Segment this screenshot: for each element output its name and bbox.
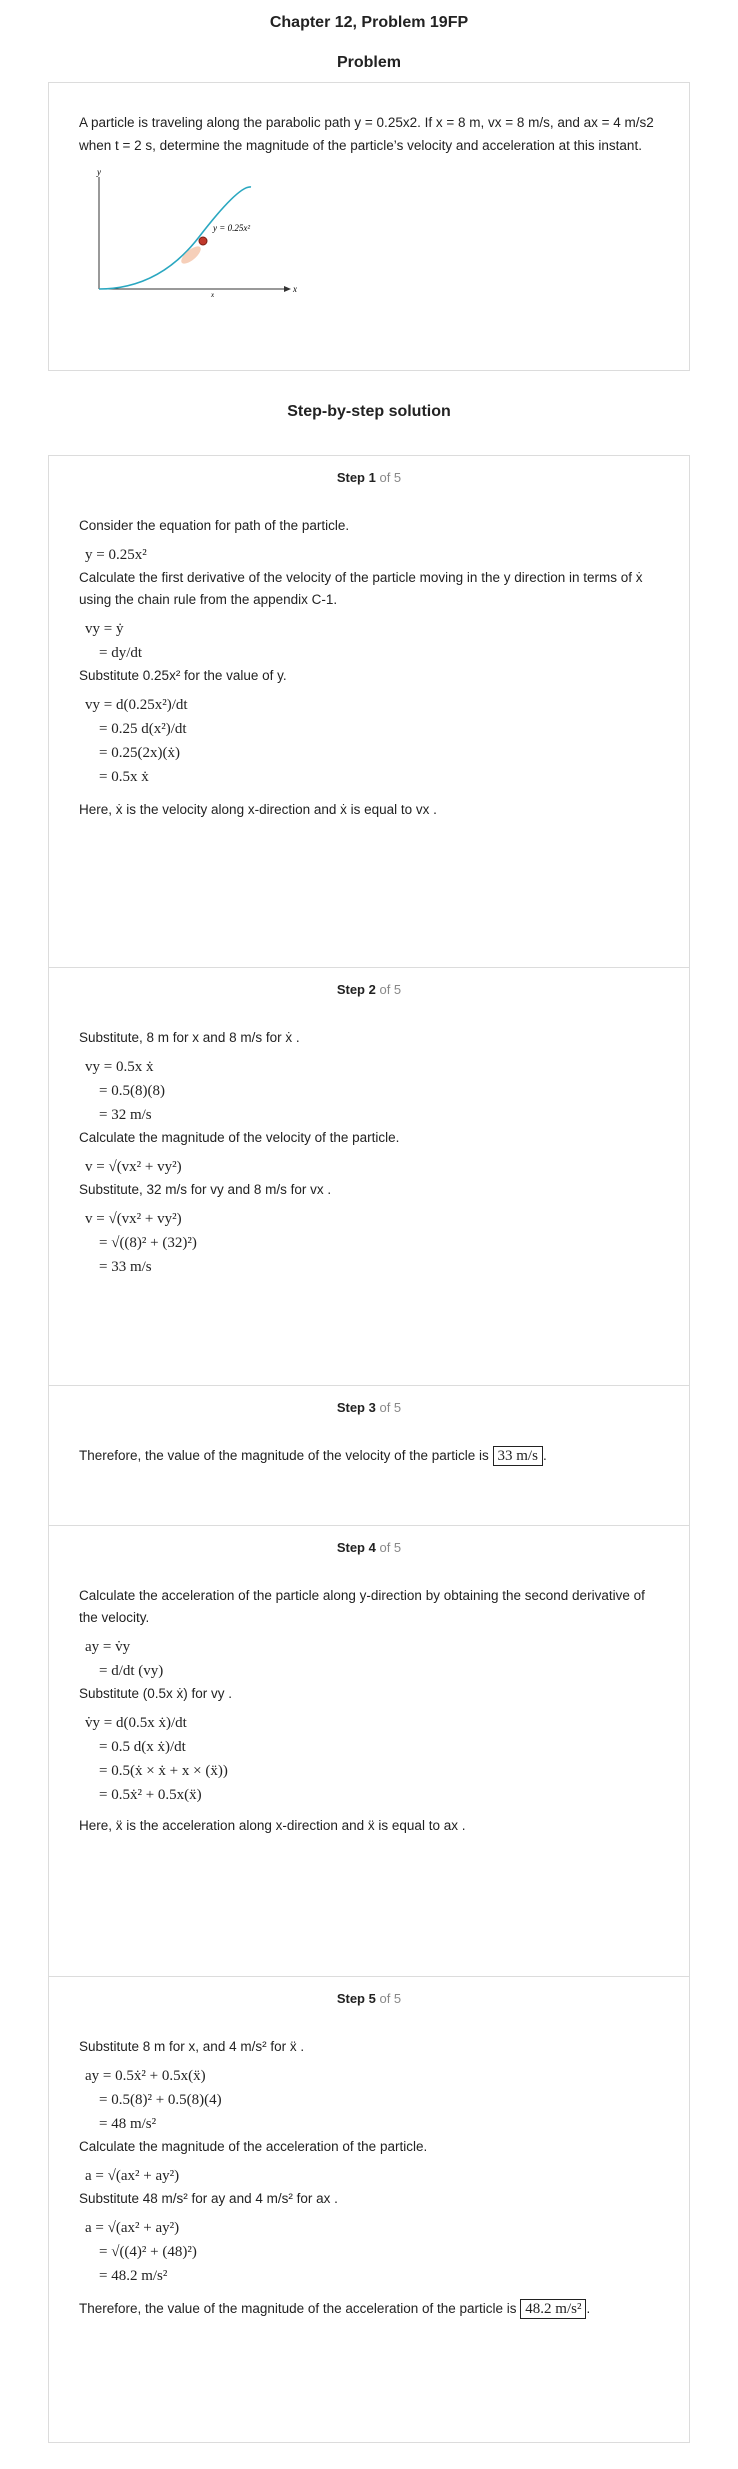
step-text: Substitute (0.5x ẋ) for vy .	[79, 1686, 233, 1701]
parabola-figure: y x y = 0.25x² x	[96, 167, 297, 299]
step-2: Step 2 of 5 Substitute, 8 m for x and 8 …	[49, 968, 689, 1386]
step-text: Calculate the first derivative of the ve…	[79, 570, 643, 607]
step-total: of 5	[379, 470, 402, 485]
answer-box: 33 m/s	[492, 1446, 543, 1466]
step-text: Calculate the magnitude of the velocity …	[79, 1130, 400, 1145]
equation: vy = 0.5x ẋ	[85, 1059, 154, 1075]
step-text: Consider the equation for path of the pa…	[79, 518, 350, 533]
step-text: Substitute, 32 m/s for vy and 8 m/s for …	[79, 1182, 332, 1197]
equation: v̇y = d(0.5x ẋ)/dt	[85, 1715, 187, 1731]
step-title: Step 4 of 5	[79, 1540, 659, 1555]
equation: vy = d(0.25x²)/dt	[85, 697, 188, 713]
step-total: of 5	[379, 1540, 402, 1555]
step-title: Step 5 of 5	[79, 1991, 659, 2006]
equation: = √((4)² + (48)²)	[99, 2244, 197, 2260]
step-label: Step 1	[336, 470, 376, 485]
equation: v = √(vx² + vy²)	[85, 1211, 182, 1227]
step-text: Substitute 48 m/s² for ay and 4 m/s² for…	[79, 2191, 338, 2206]
answer-box: 48.2 m/s²	[520, 2299, 587, 2319]
step-text: Substitute 0.25x² for the value of y.	[79, 668, 287, 683]
figure-y-label: y	[96, 167, 101, 177]
equation: = 0.5(ẋ × ẋ + x × (ẍ))	[99, 1763, 228, 1779]
equation: = 48.2 m/s²	[99, 2268, 168, 2284]
conclusion-text: Therefore, the value of the magnitude of…	[79, 1448, 489, 1463]
problem-text: A particle is traveling along the parabo…	[79, 115, 654, 153]
step-text: Therefore, the value of the magnitude of…	[79, 2299, 591, 2319]
equation: = dy/dt	[99, 645, 143, 661]
figure-tick-label: x	[210, 291, 215, 299]
solution-card: Step 1 of 5 Consider the equation for pa…	[48, 455, 690, 2443]
step-text: Here, ẍ is the acceleration along x-dire…	[79, 1818, 466, 1833]
step-title: Step 3 of 5	[79, 1400, 659, 1415]
step-label: Step 5	[336, 1991, 376, 2006]
step-text: Substitute 8 m for x, and 4 m/s² for ẍ .	[79, 2039, 305, 2054]
conclusion-text: Therefore, the value of the magnitude of…	[79, 2301, 517, 2316]
step-label: Step 2	[336, 982, 376, 997]
solution-heading: Step-by-step solution	[287, 403, 451, 420]
step-text: Calculate the magnitude of the accelerat…	[79, 2139, 428, 2154]
page-title: Chapter 12, Problem 19FP	[269, 14, 469, 31]
step-text: Calculate the acceleration of the partic…	[79, 1588, 645, 1625]
equation: = 0.5ẋ² + 0.5x(ẍ)	[99, 1787, 202, 1803]
problem-card: A particle is traveling along the parabo…	[48, 82, 690, 371]
step-total: of 5	[379, 1991, 402, 2006]
equation: ay = v̇y	[85, 1639, 131, 1655]
equation: = 0.5x ẋ	[99, 769, 149, 785]
step-label: Step 3	[336, 1400, 376, 1415]
step-5: Step 5 of 5 Substitute 8 m for x, and 4 …	[49, 1977, 689, 2442]
step-title: Step 1 of 5	[79, 470, 659, 485]
equation: vy = ẏ	[85, 621, 124, 637]
step-total: of 5	[379, 1400, 402, 1415]
equation: = √((8)² + (32)²)	[99, 1235, 197, 1251]
equation: = 0.25 d(x²)/dt	[99, 721, 187, 737]
equation: = 33 m/s	[99, 1259, 152, 1275]
page: Chapter 12, Problem 19FP Problem A parti…	[0, 0, 738, 2443]
step-label: Step 4	[336, 1540, 376, 1555]
equation: y = 0.25x²	[85, 547, 147, 563]
step-text: Substitute, 8 m for x and 8 m/s for ẋ .	[79, 1030, 300, 1045]
problem-heading: Problem	[336, 54, 401, 71]
step-title: Step 2 of 5	[79, 982, 659, 997]
step-total: of 5	[379, 982, 402, 997]
equation: = 0.5(8)² + 0.5(8)(4)	[99, 2092, 222, 2108]
equation: = 32 m/s	[99, 1107, 152, 1123]
step-1: Step 1 of 5 Consider the equation for pa…	[49, 456, 689, 968]
figure-x-label: x	[292, 284, 297, 294]
step-text: Here, ẋ is the velocity along x-directio…	[79, 802, 437, 817]
equation: v = √(vx² + vy²)	[85, 1159, 182, 1175]
equation: = 0.25(2x)(ẋ)	[99, 745, 180, 761]
step-text: Therefore, the value of the magnitude of…	[79, 1446, 547, 1466]
equation: = 0.5 d(x ẋ)/dt	[99, 1739, 186, 1755]
equation: a = √(ax² + ay²)	[85, 2168, 180, 2184]
step-4: Step 4 of 5 Calculate the acceleration o…	[49, 1526, 689, 1977]
equation: ay = 0.5ẋ² + 0.5x(ẍ)	[85, 2068, 206, 2084]
equation: a = √(ax² + ay²)	[85, 2220, 180, 2236]
step-3: Step 3 of 5 Therefore, the value of the …	[49, 1386, 689, 1526]
figure-curve-label: y = 0.25x²	[212, 223, 250, 233]
equation: = 48 m/s²	[99, 2116, 157, 2132]
equation: = 0.5(8)(8)	[99, 1083, 165, 1099]
equation: = d/dt (vy)	[99, 1663, 164, 1679]
